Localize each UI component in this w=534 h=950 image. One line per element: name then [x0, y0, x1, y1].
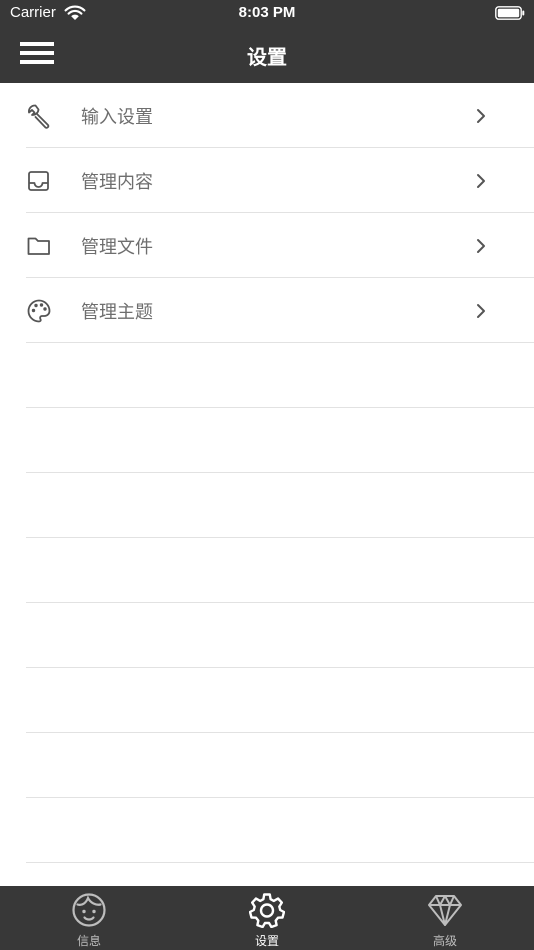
- settings-item-label: 管理文件: [81, 237, 153, 258]
- empty-row: [26, 733, 534, 798]
- chevron-right-icon: [477, 109, 485, 123]
- chevron-right-icon: [477, 304, 485, 318]
- wrench-icon: [28, 104, 50, 129]
- tab-label: 高级: [432, 934, 457, 948]
- page-title: 设置: [247, 45, 287, 69]
- diamond-icon: [428, 895, 462, 926]
- battery-icon: [495, 6, 525, 20]
- top-bar: Carrier 8:03 PM 设置: [0, 0, 534, 83]
- settings-item-label: 管理内容: [81, 172, 153, 193]
- empty-row: [26, 343, 534, 408]
- settings-item-files[interactable]: 管理文件: [26, 213, 534, 278]
- status-time: 8:03 PM: [238, 4, 296, 21]
- empty-row: [26, 603, 534, 668]
- tab-settings[interactable]: 设置: [178, 886, 356, 950]
- tab-label: 设置: [254, 934, 279, 948]
- tab-info[interactable]: 信息: [0, 886, 178, 950]
- empty-row: [26, 473, 534, 538]
- tab-label: 信息: [76, 934, 101, 948]
- tab-advanced[interactable]: 高级: [356, 886, 534, 950]
- inbox-icon: [28, 171, 49, 191]
- folder-icon: [27, 237, 50, 255]
- empty-row: [26, 798, 534, 863]
- empty-row: [26, 408, 534, 473]
- app-root: Carrier 8:03 PM 设置 输入设置 管理内容 管理文件 管理主题 信…: [0, 0, 534, 950]
- menu-button[interactable]: [20, 38, 56, 68]
- hamburger-icon: [20, 42, 54, 64]
- settings-list: 输入设置 管理内容 管理文件 管理主题: [0, 83, 534, 863]
- settings-item-input[interactable]: 输入设置: [26, 83, 534, 148]
- empty-row: [26, 668, 534, 733]
- nav-header: 设置: [0, 28, 534, 83]
- settings-item-content[interactable]: 管理内容: [26, 148, 534, 213]
- face-icon: [72, 893, 106, 927]
- empty-row: [26, 538, 534, 603]
- gear-icon: [249, 893, 285, 928]
- settings-item-label: 管理主题: [81, 302, 153, 323]
- settings-item-label: 输入设置: [81, 107, 153, 128]
- settings-item-themes[interactable]: 管理主题: [26, 278, 534, 343]
- status-bar: Carrier 8:03 PM: [0, 0, 534, 28]
- tab-bar: 信息 设置 高级: [0, 886, 534, 950]
- chevron-right-icon: [477, 239, 485, 253]
- chevron-right-icon: [477, 174, 485, 188]
- palette-icon: [27, 299, 51, 323]
